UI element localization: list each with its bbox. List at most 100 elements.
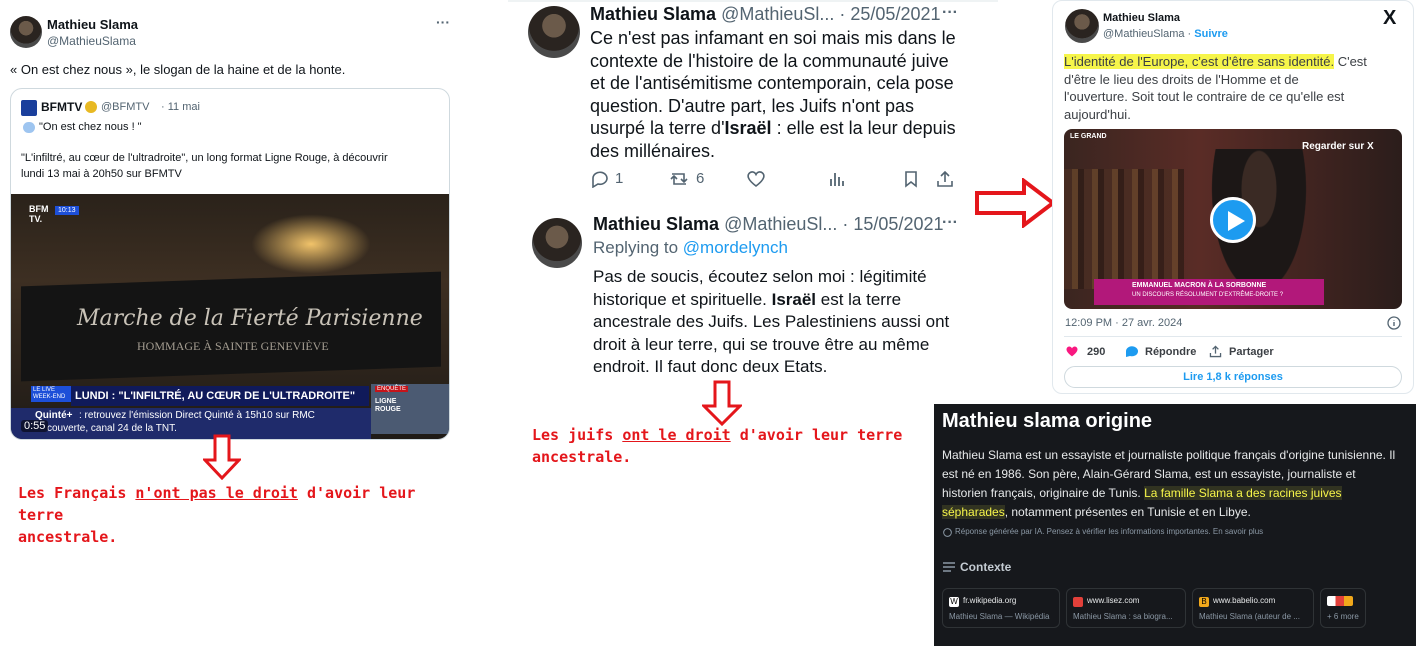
embed-video[interactable]: LE GRAND Regarder sur X EMMANUEL MACRON … (1064, 129, 1402, 309)
verified-gold-icon (85, 101, 97, 113)
avatar[interactable] (1065, 9, 1099, 43)
embed-timestamp[interactable]: 12:09 PM · 27 avr. 2024 (1065, 317, 1182, 329)
share-icon[interactable] (1209, 345, 1222, 358)
tweet-panel-1: Mathieu Slama @MathieuSlama ··· « On est… (0, 0, 462, 648)
quoted-tweet[interactable]: BFMTV @BFMTV · 11 mai "On est chez nous … (10, 88, 450, 440)
source-site: fr.wikipedia.org (963, 596, 1017, 605)
author-name[interactable]: Mathieu Slama (47, 17, 138, 32)
author-name[interactable]: Mathieu Slama (590, 4, 716, 24)
stacked-source-icons (1327, 596, 1353, 606)
tweet-text: « On est chez nous », le slogan de la ha… (10, 62, 346, 77)
reply-count: 1 (615, 170, 624, 187)
ticker-text: : retrouvez l'émission Direct Quinté à 1… (79, 410, 315, 421)
avatar[interactable] (532, 218, 582, 268)
replying-to-link[interactable]: @mordelynch (683, 238, 788, 257)
tweet-1-line-5: usurpé la terre d'Israël : elle est la l… (590, 117, 970, 140)
source-card-wikipedia[interactable]: W fr.wikipedia.org Mathieu Slama — Wikip… (942, 588, 1060, 628)
tweet-1-body: Ce n'est pas infamant en soi mais mis da… (590, 27, 970, 162)
bookshelf (1064, 169, 1184, 289)
action-bar: 1 6 (590, 168, 960, 192)
author-name[interactable]: Mathieu Slama (1103, 12, 1180, 24)
separator-dot: · (1184, 28, 1195, 40)
israel-bold: Israël (724, 118, 772, 138)
video-brand: LE GRAND (1070, 133, 1107, 140)
israel-bold: Israël (771, 289, 817, 309)
heart-icon[interactable] (746, 170, 766, 188)
author-handle[interactable]: @MathieuSlama (47, 34, 136, 48)
ai-answer-line-3: historien français, originaire de Tunis.… (942, 484, 1412, 503)
read-replies-button[interactable]: Lire 1,8 k réponses (1064, 366, 1402, 388)
note-1-line-2: ancestrale. (18, 528, 118, 546)
replying-label: Replying to (593, 238, 683, 257)
video-banner: EMMANUEL MACRON À LA SORBONNE UN DISCOUR… (1094, 279, 1324, 305)
red-arrow-down-icon (203, 434, 241, 480)
avatar[interactable] (10, 16, 42, 48)
quote-video[interactable]: BFM TV. 10:13 Marche de la Fierté Parisi… (11, 194, 449, 439)
tweet-date[interactable]: · 25/05/2021 (839, 4, 940, 24)
reply-label[interactable]: Répondre (1145, 346, 1196, 358)
banner-line-2: HOMMAGE À SAINTE GENEVIÈVE (137, 339, 329, 353)
read-replies-label: Lire 1,8 k réponses (1183, 371, 1283, 383)
embed-text-line-2: d'être le lieu des droits de l'Homme et … (1064, 71, 1299, 87)
quote-date: · 11 mai (161, 101, 200, 113)
ai-answer-line-4: sépharades, notamment présentes en Tunis… (942, 503, 1412, 522)
retweet-icon[interactable] (668, 170, 690, 188)
play-button[interactable] (1210, 197, 1256, 243)
top-divider (508, 0, 998, 2)
banner-line-1: Marche de la Fierté Parisienne (77, 306, 423, 331)
source-site: www.lisez.com (1087, 596, 1140, 605)
avatar[interactable] (528, 6, 580, 58)
x-logo-icon[interactable]: X (1383, 7, 1396, 30)
ai-answer-highlight-2: sépharades (942, 505, 1005, 519)
reply-icon[interactable] (590, 170, 610, 188)
ai-answer-line-4b: , notamment présentes en Tunisie et en L… (1004, 505, 1251, 519)
source-card-lisez[interactable]: www.lisez.com Mathieu Slama : sa biogra.… (1066, 588, 1186, 628)
more-sources-card[interactable]: + 6 more (1320, 588, 1366, 628)
ai-answer-line-3a: historien français, originaire de Tunis. (942, 486, 1145, 500)
tweet-date[interactable]: · 15/05/2021 (842, 214, 943, 234)
side-thumb: ENQUÊTE LIGNE ROUGE (371, 384, 449, 434)
tweet-1-line-4: question. D'autre part, les Juifs n'ont … (590, 95, 915, 116)
ai-answer-title: Mathieu slama origine (942, 410, 1153, 432)
reply-bubble-icon[interactable] (1125, 345, 1139, 358)
tweet-2-line-2c: est la terre (816, 289, 902, 309)
info-icon[interactable] (1387, 316, 1401, 330)
heart-filled-icon[interactable] (1065, 345, 1079, 358)
quote-line-2: "L'infiltré, au cœur de l'ultradroite", … (21, 152, 388, 164)
bookmark-icon[interactable] (902, 170, 920, 188)
watch-on-x-button[interactable]: Regarder sur X (1302, 141, 1374, 152)
note-2-line-2: ancestrale. (532, 448, 632, 466)
share-label[interactable]: Partager (1229, 346, 1274, 358)
retweet-count: 6 (696, 170, 705, 187)
source-site: www.babelio.com (1213, 596, 1276, 605)
side-label-3: ENQUÊTE (375, 386, 409, 392)
tweet-1-line-6: des millénaires. (590, 140, 716, 161)
quote-source-name[interactable]: BFMTV (41, 100, 82, 114)
ai-answer-line-1: Mathieu Slama est un essayiste et journa… (942, 448, 1396, 462)
video-banner-line-2: UN DISCOURS RÉSOLUMENT D'EXTRÊME-DROITE … (1132, 292, 1284, 298)
share-icon[interactable] (936, 170, 954, 188)
author-handle[interactable]: @MathieuSlama (1103, 28, 1184, 40)
tweet-2-header: Mathieu Slama @MathieuSl... · 15/05/2021 (593, 214, 944, 235)
bfm-channel-logo: BFM TV. (29, 204, 53, 224)
ai-answer-line-2: est né en 1986. Son père, Alain-Gérard S… (942, 467, 1356, 481)
note-1-part-1: Les Français (18, 484, 136, 502)
author-handle[interactable]: @MathieuSl... (721, 4, 834, 24)
more-options-button[interactable]: ··· (942, 214, 958, 232)
author-name[interactable]: Mathieu Slama (593, 214, 719, 234)
more-options-button[interactable]: ··· (942, 4, 958, 22)
analytics-icon[interactable] (828, 170, 846, 188)
tweet-2-line-4: droit à leur terre, qui se trouve être a… (593, 334, 930, 354)
info-icon (943, 528, 952, 537)
bfmtv-logo-icon (21, 100, 37, 116)
follow-link[interactable]: Suivre (1194, 28, 1228, 40)
author-handle[interactable]: @MathieuSl... (724, 214, 837, 234)
quote-source-handle[interactable]: @BFMTV (101, 101, 149, 113)
source-card-babelio[interactable]: B www.babelio.com Mathieu Slama (auteur … (1192, 588, 1314, 628)
ai-answer-highlight-1: La famille Slama a des racines juives (1144, 486, 1342, 500)
more-options-button[interactable]: ··· (436, 14, 450, 30)
embed-text-line-3: l'ouverture. Soit tout le contraire de c… (1064, 89, 1345, 104)
note-2-part-1: Les juifs (532, 426, 623, 444)
side-label-2: ROUGE (375, 406, 401, 413)
wikipedia-icon: W (949, 597, 959, 607)
